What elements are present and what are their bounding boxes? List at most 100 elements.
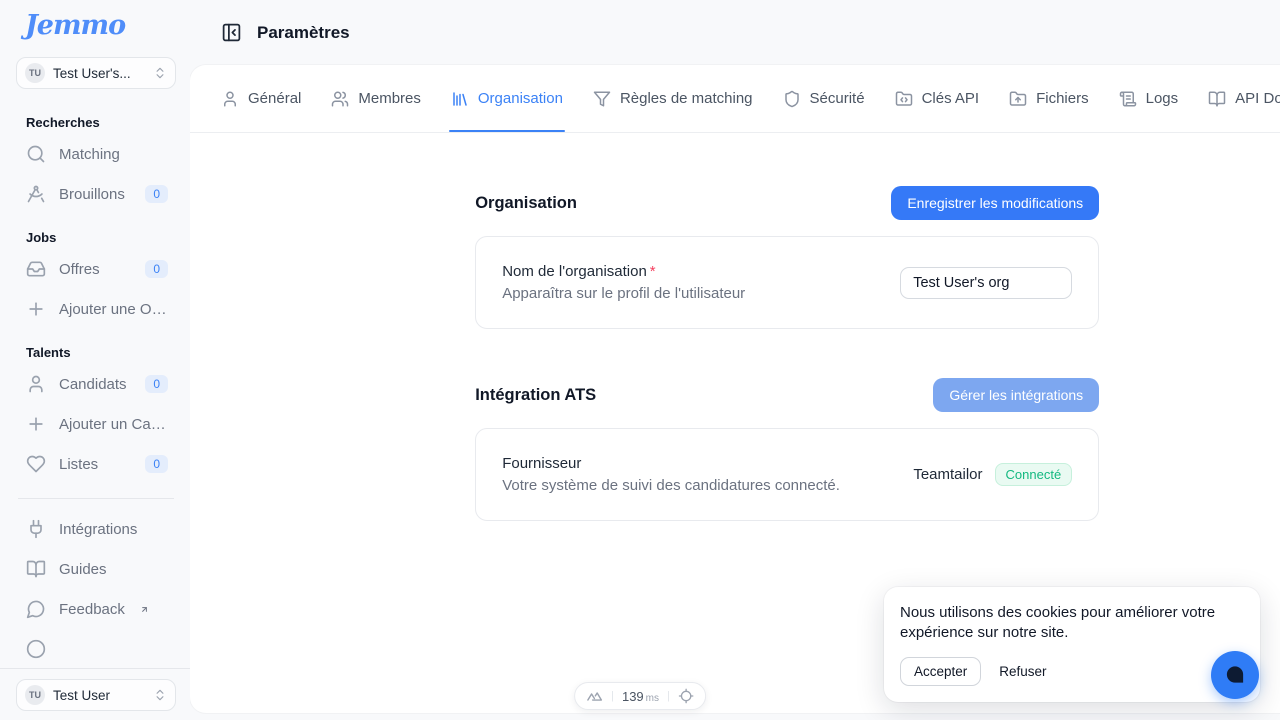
sidebar-item-listes[interactable]: Listes 0 [16, 444, 176, 484]
chevrons-up-down-icon [153, 66, 167, 80]
provider-name: Teamtailor [913, 466, 982, 483]
tab-organisation[interactable]: Organisation [451, 65, 563, 132]
sidebar-item-offres[interactable]: Offres 0 [16, 249, 176, 289]
section-title-ats: Intégration ATS [475, 386, 596, 405]
tab-fichiers[interactable]: Fichiers [1009, 65, 1089, 132]
chat-widget-button[interactable] [1211, 651, 1259, 699]
plus-icon [26, 299, 46, 319]
drafting-compass-icon [26, 184, 46, 204]
sidebar-nav: Recherches Matching Brouillons 0 Jobs Of… [0, 89, 190, 669]
refuse-cookies-button[interactable]: Refuser [995, 658, 1050, 685]
settings-tabs: Général Membres Organisation Règles de m… [190, 65, 1280, 133]
divider: | [611, 690, 614, 702]
tab-label: Général [248, 90, 301, 107]
organisation-section-header: Organisation Enregistrer les modificatio… [475, 186, 1099, 220]
org-avatar: TU [25, 63, 45, 83]
external-link-icon [140, 601, 149, 618]
sidebar-item-partial[interactable] [16, 629, 176, 669]
latency-value: 139ms [622, 688, 659, 704]
accept-cookies-button[interactable]: Accepter [900, 657, 981, 686]
organisation-name-input[interactable] [900, 267, 1072, 299]
save-button[interactable]: Enregistrer les modifications [891, 186, 1099, 220]
cookie-message: Nous utilisons des cookies pour améliore… [900, 603, 1244, 644]
tab-membres[interactable]: Membres [331, 65, 421, 132]
ats-section-header: Intégration ATS Gérer les intégrations [475, 378, 1099, 412]
sidebar-item-label: Listes [59, 456, 98, 473]
org-selector-label: Test User's... [53, 66, 145, 81]
tab-regles-matching[interactable]: Règles de matching [593, 65, 753, 132]
count-badge: 0 [145, 260, 168, 278]
tab-cles-api[interactable]: Clés API [895, 65, 980, 132]
sidebar-item-brouillons[interactable]: Brouillons 0 [16, 174, 176, 214]
sidebar-item-feedback[interactable]: Feedback [16, 589, 176, 629]
message-circle-icon [26, 599, 46, 619]
sidebar-item-label: Ajouter un Can... [59, 416, 168, 433]
tab-label: Clés API [922, 90, 980, 107]
search-icon [26, 144, 46, 164]
user-icon [26, 374, 46, 394]
provider-value: Teamtailor Connecté [913, 463, 1072, 486]
nuxt-devtools-icon[interactable] [586, 688, 603, 705]
tab-api-documentation[interactable]: API Documentation [1208, 65, 1280, 132]
sidebar: Jemmo TU Test User's... Recherches Match… [0, 0, 190, 720]
settings-content: Organisation Enregistrer les modificatio… [475, 133, 1099, 521]
devtools-pill: | 139ms | [574, 682, 706, 710]
panel-left-close-icon[interactable] [221, 22, 242, 43]
sidebar-item-label: Intégrations [59, 521, 137, 538]
sidebar-item-label: Offres [59, 261, 100, 278]
count-badge: 0 [145, 185, 168, 203]
nav-section-talents: Talents [26, 345, 176, 360]
book-open-icon [1208, 90, 1226, 108]
tab-general[interactable]: Général [221, 65, 301, 132]
help-circle-icon [26, 639, 46, 659]
user-selector-label: Test User [53, 688, 145, 703]
tab-label: Règles de matching [620, 90, 753, 107]
page-title: Paramètres [257, 23, 350, 43]
user-icon [221, 90, 239, 108]
tab-label: Logs [1146, 90, 1179, 107]
book-open-icon [26, 559, 46, 579]
sidebar-item-guides[interactable]: Guides [16, 549, 176, 589]
organisation-name-card: Nom de l'organisation* Apparaîtra sur le… [475, 236, 1099, 329]
tab-logs[interactable]: Logs [1119, 65, 1179, 132]
folder-code-icon [895, 90, 913, 108]
nav-section-recherches: Recherches [26, 115, 176, 130]
count-badge: 0 [145, 455, 168, 473]
manage-integrations-button[interactable]: Gérer les intégrations [933, 378, 1099, 412]
required-asterisk: * [650, 263, 656, 280]
provider-label: Fournisseur [502, 455, 840, 472]
divider: | [667, 690, 670, 702]
field-label: Nom de l'organisation* [502, 263, 745, 280]
library-icon [451, 90, 469, 108]
scroll-text-icon [1119, 90, 1137, 108]
sidebar-item-label: Brouillons [59, 186, 125, 203]
user-selector[interactable]: TU Test User [16, 679, 176, 711]
heart-icon [26, 454, 46, 474]
status-badge: Connecté [995, 463, 1073, 486]
ats-provider-card: Fournisseur Votre système de suivi des c… [475, 428, 1099, 521]
locate-icon[interactable] [678, 688, 694, 704]
shield-icon [783, 90, 801, 108]
tab-label: Membres [358, 90, 421, 107]
org-selector[interactable]: TU Test User's... [16, 57, 176, 89]
chevrons-up-down-icon [153, 688, 167, 702]
tab-label: Organisation [478, 90, 563, 107]
sidebar-item-label: Ajouter une Off... [59, 301, 168, 318]
inbox-icon [26, 259, 46, 279]
section-title-organisation: Organisation [475, 194, 577, 213]
tab-label: Sécurité [810, 90, 865, 107]
filter-icon [593, 90, 611, 108]
field-help: Apparaîtra sur le profil de l'utilisateu… [502, 285, 745, 302]
sidebar-item-ajouter-offre[interactable]: Ajouter une Off... [16, 289, 176, 329]
provider-help: Votre système de suivi des candidatures … [502, 477, 840, 494]
cookie-actions: Accepter Refuser [900, 657, 1244, 686]
sidebar-item-integrations[interactable]: Intégrations [16, 509, 176, 549]
sidebar-bottom: TU Test User [0, 668, 190, 720]
sidebar-item-matching[interactable]: Matching [16, 134, 176, 174]
folder-up-icon [1009, 90, 1027, 108]
sidebar-item-candidats[interactable]: Candidats 0 [16, 364, 176, 404]
tab-securite[interactable]: Sécurité [783, 65, 865, 132]
sidebar-item-ajouter-candidat[interactable]: Ajouter un Can... [16, 404, 176, 444]
sidebar-item-label: Candidats [59, 376, 127, 393]
plus-icon [26, 414, 46, 434]
